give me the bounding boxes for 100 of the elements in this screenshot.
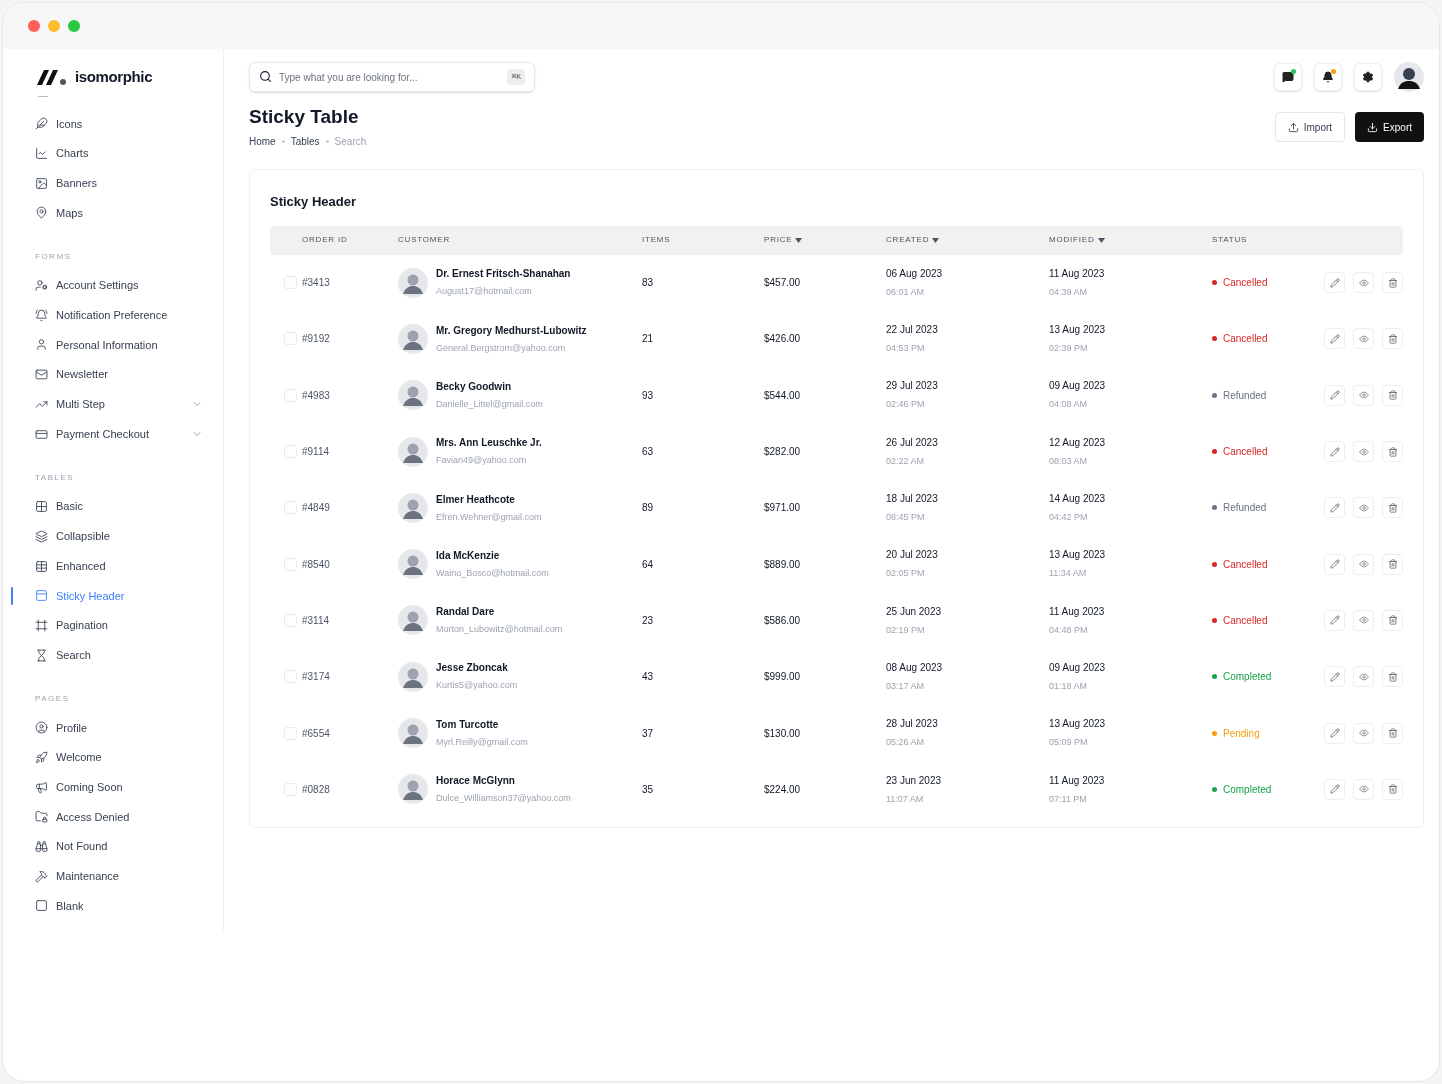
status-label: Pending: [1223, 726, 1260, 741]
view-button[interactable]: [1353, 384, 1374, 406]
created-time: 11:07 AM: [886, 792, 925, 806]
customer-name: Jesse Zboncak: [436, 661, 509, 676]
created-date: 18 Jul 2023: [886, 492, 939, 507]
sidebar-item[interactable]: Maps: [35, 198, 203, 228]
created-date: 20 Jul 2023: [886, 548, 939, 563]
view-button[interactable]: [1353, 328, 1374, 350]
user-avatar[interactable]: [1394, 62, 1424, 92]
status-label: Cancelled: [1223, 557, 1268, 572]
edit-button[interactable]: [1324, 328, 1345, 350]
status-label: Cancelled: [1223, 276, 1268, 291]
download-icon: [1367, 121, 1379, 133]
modified-date: 09 Aug 2023: [1049, 379, 1107, 394]
sidebar-item[interactable]: Blank: [35, 891, 203, 921]
sidebar-item[interactable]: Search: [35, 640, 203, 670]
eye-icon: [1358, 671, 1369, 682]
sidebar-item[interactable]: Account Settings: [35, 270, 203, 301]
edit-button[interactable]: [1324, 272, 1345, 294]
created-time: 02:19 PM: [886, 623, 926, 637]
modified-time: 04:39 AM: [1049, 285, 1089, 299]
import-button[interactable]: Import: [1274, 112, 1346, 142]
pencil-icon: [1329, 446, 1340, 457]
eye-icon: [1358, 784, 1369, 795]
sidebar-item[interactable]: Newsletter: [35, 359, 203, 390]
breadcrumb-link[interactable]: Tables: [290, 134, 320, 149]
order-id: #6554: [302, 727, 330, 739]
search-icon: [259, 70, 272, 83]
delete-button[interactable]: [1382, 609, 1403, 631]
delete-button[interactable]: [1382, 441, 1403, 463]
edit-button[interactable]: [1324, 609, 1345, 631]
view-button[interactable]: [1353, 272, 1374, 294]
export-button[interactable]: Export: [1355, 112, 1424, 142]
modified-date: 14 Aug 2023: [1049, 492, 1107, 507]
view-button[interactable]: [1353, 666, 1374, 688]
sidebar-item[interactable]: Basic: [35, 491, 203, 522]
delete-button[interactable]: [1382, 553, 1403, 575]
delete-button[interactable]: [1382, 384, 1403, 406]
edit-button[interactable]: [1324, 441, 1345, 463]
sidebar-item[interactable]: Not Found: [35, 831, 203, 862]
sidebar-item[interactable]: Welcome: [35, 742, 203, 773]
trash-icon: [1387, 502, 1398, 513]
customer-email: Danielle_Littel@gmail.com: [436, 398, 543, 411]
avatar: [398, 323, 428, 354]
view-button[interactable]: [1353, 778, 1374, 800]
column-header[interactable]: CREATED: [886, 234, 940, 246]
edit-button[interactable]: [1324, 722, 1345, 744]
trash-icon: [1387, 446, 1398, 457]
created-time: 08:45 PM: [886, 511, 926, 525]
pencil-icon: [1329, 277, 1340, 288]
breadcrumb-link[interactable]: Home: [249, 134, 276, 149]
delete-button[interactable]: [1382, 778, 1403, 800]
modified-time: 08:03 AM: [1049, 454, 1089, 468]
sidebar-item[interactable]: Maintenance: [35, 861, 203, 892]
pencil-icon: [1329, 333, 1340, 344]
sidebar-item[interactable]: Payment Checkout: [35, 419, 203, 449]
modified-time: 11:34 AM: [1049, 567, 1088, 581]
edit-button[interactable]: [1324, 384, 1345, 406]
sidebar-item[interactable]: Profile: [35, 713, 203, 743]
settings-button[interactable]: [1354, 63, 1382, 91]
edit-button[interactable]: [1324, 666, 1345, 688]
sidebar-item[interactable]: Notification Preference: [35, 300, 203, 331]
sidebar-item[interactable]: Icons: [35, 109, 203, 139]
bell-button[interactable]: [1314, 63, 1342, 91]
sidebar-item[interactable]: Charts: [35, 138, 203, 169]
sidebar-item[interactable]: Multi Step: [35, 389, 203, 420]
price: $426.00: [764, 333, 801, 345]
delete-button[interactable]: [1382, 497, 1403, 519]
pencil-icon: [1329, 502, 1340, 513]
sidebar-item[interactable]: Collapsible: [35, 521, 203, 552]
column-header[interactable]: PRICE: [764, 234, 803, 246]
column-header[interactable]: MODIFIED: [1049, 234, 1105, 246]
sidebar-item[interactable]: Access Denied: [35, 802, 203, 832]
view-button[interactable]: [1353, 609, 1374, 631]
messages-button[interactable]: [1274, 63, 1302, 91]
status-label: Refunded: [1223, 501, 1267, 516]
avatar: [398, 267, 428, 298]
edit-button[interactable]: [1324, 778, 1345, 800]
edit-button[interactable]: [1324, 553, 1345, 575]
order-id: #3114: [302, 614, 330, 626]
sidebar-item[interactable]: Pagination: [35, 610, 203, 641]
status-label: Completed: [1223, 782, 1272, 797]
delete-button[interactable]: [1382, 722, 1403, 744]
delete-button[interactable]: [1382, 272, 1403, 294]
sidebar-item[interactable]: Sticky Header: [35, 580, 203, 611]
delete-button[interactable]: [1382, 328, 1403, 350]
customer-name: Ida McKenzie: [436, 548, 501, 563]
delete-button[interactable]: [1382, 666, 1403, 688]
sidebar-item[interactable]: Personal Information: [35, 330, 203, 360]
sidebar-item[interactable]: Banners: [35, 168, 203, 199]
pencil-icon: [1329, 390, 1340, 401]
view-button[interactable]: [1353, 553, 1374, 575]
pencil-icon: [1329, 671, 1340, 682]
avatar: [398, 661, 428, 692]
view-button[interactable]: [1353, 441, 1374, 463]
sidebar-item[interactable]: Coming Soon: [35, 772, 203, 803]
view-button[interactable]: [1353, 722, 1374, 744]
edit-button[interactable]: [1324, 497, 1345, 519]
view-button[interactable]: [1353, 497, 1374, 519]
sidebar-item[interactable]: Enhanced: [35, 551, 203, 581]
